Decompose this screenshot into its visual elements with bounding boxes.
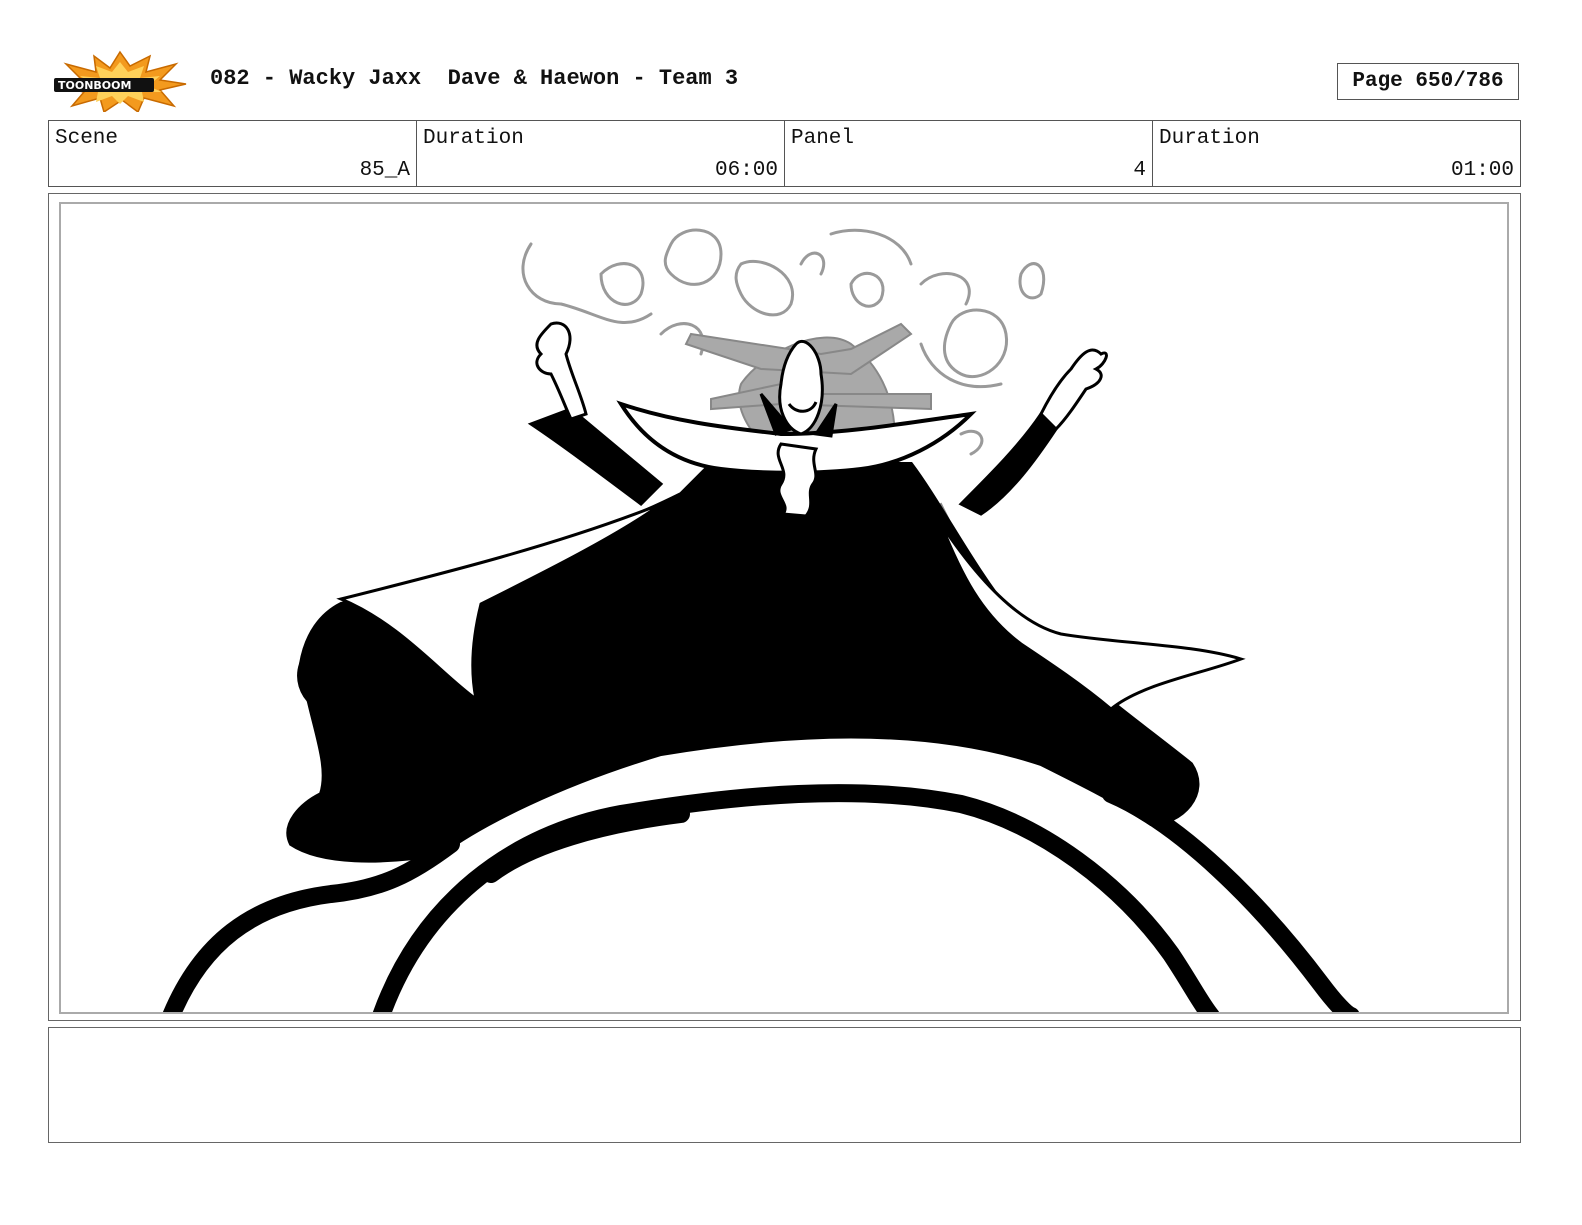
panel-label: Panel	[791, 127, 855, 150]
scene-cell: Scene 85_A	[49, 121, 417, 186]
panel-cell: Panel 4	[785, 121, 1153, 186]
scene-duration-cell: Duration 06:00	[417, 121, 785, 186]
scene-value: 85_A	[359, 159, 410, 182]
panel-duration-label: Duration	[1159, 127, 1260, 150]
logo-text: TOONBOOM	[58, 79, 131, 92]
document-title: 082 - Wacky Jaxx Dave & Haewon - Team 3	[210, 66, 739, 91]
ruffle	[776, 442, 819, 518]
panel-duration-value: 01:00	[1450, 159, 1514, 182]
scene-label: Scene	[55, 127, 119, 150]
panel-duration-cell: Duration 01:00	[1153, 121, 1520, 186]
toonboom-logo: TOONBOOM	[54, 50, 187, 112]
panel-value: 4	[1133, 159, 1146, 182]
scene-info-table: Scene 85_A Duration 06:00 Panel 4 Durati…	[48, 120, 1521, 187]
scene-duration-value: 06:00	[714, 159, 778, 182]
page-number: Page 650/786	[1337, 63, 1519, 100]
storyboard-panel	[59, 202, 1509, 1014]
storyboard-drawing	[162, 228, 1360, 1012]
panel-notes	[48, 1027, 1521, 1143]
scene-duration-label: Duration	[423, 127, 524, 150]
storyboard-panel-frame	[48, 193, 1521, 1021]
